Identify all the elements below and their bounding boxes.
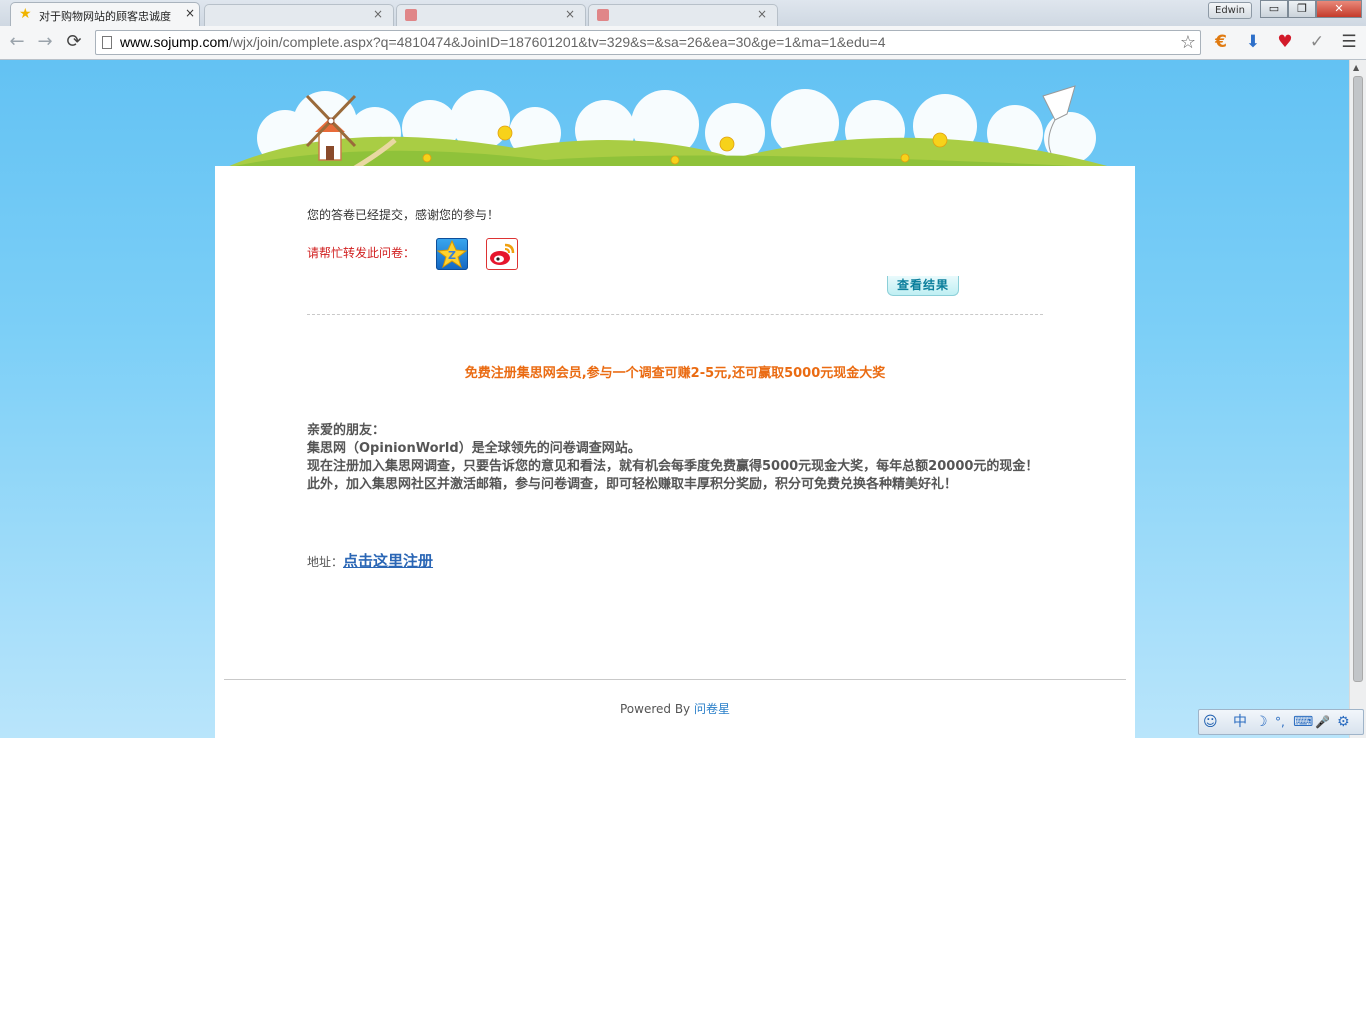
tab-active[interactable]: ★ 对于购物网站的顾客忠诚度 × xyxy=(10,2,200,26)
download-extension-icon[interactable]: ⬇ xyxy=(1243,32,1263,52)
blank-area xyxy=(0,738,1366,1024)
view-results-button[interactable]: 查看结果 xyxy=(827,276,1003,306)
promo-text: 免费注册集思网会员,参与一个调查可赚2-5元,还可赢取5000元现金大奖 xyxy=(464,366,886,381)
page-viewport: 您的答卷已经提交，感谢您的参与！ 请帮忙转发此问卷： Z 查看结果 免费注册集思… xyxy=(0,60,1366,738)
footer-divider xyxy=(224,679,1126,680)
keyboard-icon[interactable]: ⌨ xyxy=(1293,713,1313,731)
tab-background[interactable]: × xyxy=(588,4,778,26)
footer: Powered By 问卷星 xyxy=(215,700,1135,717)
tab-favicon-icon xyxy=(597,9,609,21)
url-host: www.sojump.com xyxy=(120,34,229,50)
divider xyxy=(307,314,1043,315)
browser-toolbar: ← → ⟳ www.sojump.com/wjx/join/complete.a… xyxy=(0,26,1366,60)
scroll-up-icon[interactable]: ▲ xyxy=(1353,63,1359,72)
close-window-button[interactable]: ✕ xyxy=(1316,0,1362,18)
moon-icon[interactable]: ☽ xyxy=(1255,713,1268,731)
reload-icon[interactable]: ⟳ xyxy=(64,32,84,52)
back-icon[interactable]: ← xyxy=(7,32,27,52)
tab-close-icon[interactable]: × xyxy=(373,7,383,21)
address-bar[interactable]: www.sojump.com/wjx/join/complete.aspx?q=… xyxy=(95,30,1201,55)
bookmark-star-icon[interactable]: ☆ xyxy=(1180,32,1196,53)
vertical-scrollbar[interactable]: ▲ xyxy=(1349,60,1366,738)
footer-brand-link[interactable]: 问卷星 xyxy=(694,702,730,716)
tab-background[interactable]: × xyxy=(396,4,586,26)
page-icon xyxy=(102,36,112,49)
punctuation-icon[interactable]: °, xyxy=(1275,713,1285,731)
tab-background[interactable]: × xyxy=(204,4,394,26)
svg-text:Z: Z xyxy=(448,249,456,262)
restore-button[interactable]: ❐ xyxy=(1288,0,1316,18)
ime-toolbar: ☺ 中 ☽ °, ⌨ 🎤 ⚙ xyxy=(1198,709,1364,735)
weibo-share-icon[interactable] xyxy=(486,238,518,270)
letter-greeting: 亲爱的朋友： xyxy=(307,423,386,438)
forward-icon[interactable]: → xyxy=(35,32,55,52)
view-results-label: 查看结果 xyxy=(887,276,959,296)
minimize-button[interactable]: ▭ xyxy=(1260,0,1288,18)
heart-extension-icon[interactable]: ♥ xyxy=(1275,32,1295,52)
letter-line: 此外，加入集思网社区并激活邮箱，参与问卷调查，即可轻松赚取丰厚积分奖励，积分可免… xyxy=(307,477,958,492)
tab-close-icon[interactable]: × xyxy=(185,6,195,20)
letter-line: 现在注册加入集思网调查，只要告诉您的意见和看法，就有机会每季度免费赢得5000元… xyxy=(307,459,1039,474)
register-link[interactable]: 点击这里注册 xyxy=(343,552,433,570)
ime-logo-icon[interactable]: ☺ xyxy=(1203,713,1218,731)
tab-title: 对于购物网站的顾客忠诚度 xyxy=(39,10,171,23)
address-label: 地址： xyxy=(307,555,344,569)
title-bar: ★ 对于购物网站的顾客忠诚度 × × × × Edwin ▭ ❐ ✕ xyxy=(0,0,1366,26)
url-path: /wjx/join/complete.aspx?q=4810474&JoinID… xyxy=(228,34,886,50)
tab-close-icon[interactable]: × xyxy=(565,7,575,21)
settings-icon[interactable]: ⚙ xyxy=(1337,713,1350,731)
user-profile-badge[interactable]: Edwin xyxy=(1208,2,1252,19)
content-card: 您的答卷已经提交，感谢您的参与！ 请帮忙转发此问卷： Z 查看结果 免费注册集思… xyxy=(215,166,1135,738)
letter-line: 集思网（OpinionWorld）是全球领先的问卷调查网站。 xyxy=(307,441,641,456)
ime-chinese-mode[interactable]: 中 xyxy=(1233,713,1247,731)
tab-favicon-icon xyxy=(405,9,417,21)
check-extension-icon[interactable]: ✓ xyxy=(1307,32,1327,52)
share-label: 请帮忙转发此问卷： xyxy=(307,246,416,260)
url-text[interactable]: www.sojump.com/wjx/join/complete.aspx?q=… xyxy=(120,34,885,50)
submission-confirmation: 您的答卷已经提交，感谢您的参与！ xyxy=(307,208,500,222)
banner-illustration xyxy=(225,85,1115,168)
address-row: 地址：点击这里注册 xyxy=(307,550,433,571)
star-favicon-icon: ★ xyxy=(19,6,32,22)
qzone-share-icon[interactable]: Z xyxy=(436,238,468,270)
currency-extension-icon[interactable]: € xyxy=(1211,32,1231,52)
microphone-icon[interactable]: 🎤 xyxy=(1315,713,1330,731)
footer-powered: Powered By xyxy=(619,702,691,716)
scroll-thumb[interactable] xyxy=(1353,76,1363,682)
invitation-letter: 亲爱的朋友： 集思网（OpinionWorld）是全球领先的问卷调查网站。 现在… xyxy=(307,422,1047,494)
tab-close-icon[interactable]: × xyxy=(757,7,767,21)
menu-icon[interactable]: ☰ xyxy=(1339,32,1359,52)
